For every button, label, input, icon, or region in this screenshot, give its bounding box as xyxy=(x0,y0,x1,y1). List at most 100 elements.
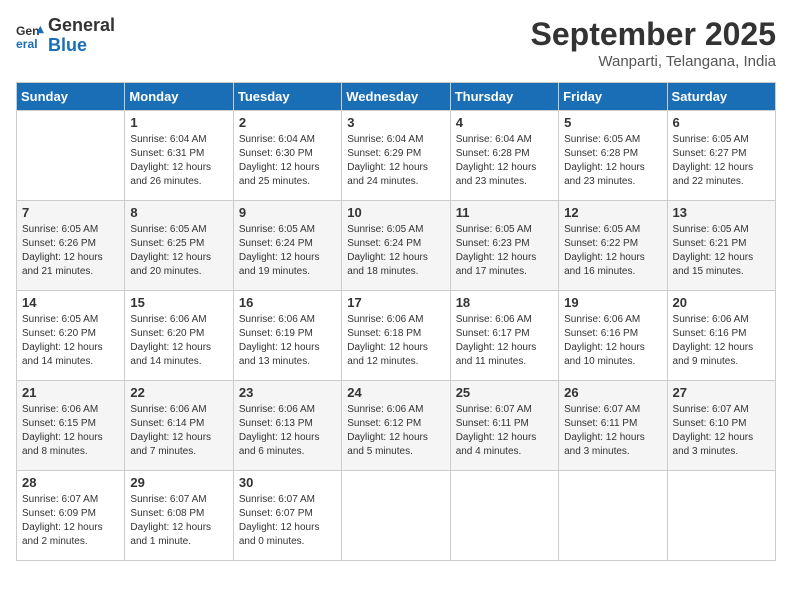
day-info: Sunrise: 6:07 AM Sunset: 6:09 PM Dayligh… xyxy=(22,493,119,549)
day-info: Sunrise: 6:06 AM Sunset: 6:19 PM Dayligh… xyxy=(239,313,336,369)
day-info: Sunrise: 6:06 AM Sunset: 6:14 PM Dayligh… xyxy=(130,403,227,459)
calendar-cell: 2 Sunrise: 6:04 AM Sunset: 6:30 PM Daylig… xyxy=(233,111,341,201)
header-row: SundayMondayTuesdayWednesdayThursdayFrid… xyxy=(17,83,776,111)
calendar-cell xyxy=(450,471,558,561)
day-number: 27 xyxy=(673,385,770,400)
calendar-cell: 20 Sunrise: 6:06 AM Sunset: 6:16 PM Dayli… xyxy=(667,291,775,381)
calendar-cell: 30Sunrise: 6:07 AM Sunset: 6:07 PM Dayli… xyxy=(233,471,341,561)
day-info: Sunrise: 6:04 AM Sunset: 6:31 PM Dayligh… xyxy=(130,133,227,189)
calendar-cell: 22Sunrise: 6:06 AM Sunset: 6:14 PM Dayli… xyxy=(125,381,233,471)
day-info: Sunrise: 6:06 AM Sunset: 6:16 PM Dayligh… xyxy=(673,313,770,369)
calendar-cell xyxy=(559,471,667,561)
day-number: 30 xyxy=(239,475,336,490)
day-number: 10 xyxy=(347,205,444,220)
day-info: Sunrise: 6:04 AM Sunset: 6:28 PM Dayligh… xyxy=(456,133,553,189)
day-number: 20 xyxy=(673,295,770,310)
week-row-3: 14Sunrise: 6:05 AM Sunset: 6:20 PM Dayli… xyxy=(17,291,776,381)
day-number: 19 xyxy=(564,295,661,310)
day-info: Sunrise: 6:07 AM Sunset: 6:11 PM Dayligh… xyxy=(564,403,661,459)
day-info: Sunrise: 6:05 AM Sunset: 6:28 PM Dayligh… xyxy=(564,133,661,189)
column-header-tuesday: Tuesday xyxy=(233,83,341,111)
column-header-wednesday: Wednesday xyxy=(342,83,450,111)
location-subtitle: Wanparti, Telangana, India xyxy=(531,53,776,70)
day-number: 15 xyxy=(130,295,227,310)
day-info: Sunrise: 6:06 AM Sunset: 6:18 PM Dayligh… xyxy=(347,313,444,369)
calendar-cell: 29Sunrise: 6:07 AM Sunset: 6:08 PM Dayli… xyxy=(125,471,233,561)
day-number: 24 xyxy=(347,385,444,400)
week-row-4: 21Sunrise: 6:06 AM Sunset: 6:15 PM Dayli… xyxy=(17,381,776,471)
column-header-friday: Friday xyxy=(559,83,667,111)
day-info: Sunrise: 6:04 AM Sunset: 6:30 PM Dayligh… xyxy=(239,133,336,189)
day-info: Sunrise: 6:05 AM Sunset: 6:27 PM Dayligh… xyxy=(673,133,770,189)
day-info: Sunrise: 6:07 AM Sunset: 6:11 PM Dayligh… xyxy=(456,403,553,459)
calendar-cell: 5 Sunrise: 6:05 AM Sunset: 6:28 PM Daylig… xyxy=(559,111,667,201)
day-number: 4 xyxy=(456,115,553,130)
day-number: 28 xyxy=(22,475,119,490)
day-info: Sunrise: 6:05 AM Sunset: 6:22 PM Dayligh… xyxy=(564,223,661,279)
calendar-cell: 21Sunrise: 6:06 AM Sunset: 6:15 PM Dayli… xyxy=(17,381,125,471)
calendar-cell: 14Sunrise: 6:05 AM Sunset: 6:20 PM Dayli… xyxy=(17,291,125,381)
calendar-cell: 19 Sunrise: 6:06 AM Sunset: 6:16 PM Dayli… xyxy=(559,291,667,381)
calendar-cell: 26 Sunrise: 6:07 AM Sunset: 6:11 PM Dayli… xyxy=(559,381,667,471)
page-header: Gen eral General Blue September 2025 Wan… xyxy=(16,16,776,70)
day-info: Sunrise: 6:05 AM Sunset: 6:23 PM Dayligh… xyxy=(456,223,553,279)
calendar-cell: 4 Sunrise: 6:04 AM Sunset: 6:28 PM Daylig… xyxy=(450,111,558,201)
week-row-1: 1 Sunrise: 6:04 AM Sunset: 6:31 PM Daylig… xyxy=(17,111,776,201)
column-header-monday: Monday xyxy=(125,83,233,111)
day-number: 18 xyxy=(456,295,553,310)
day-info: Sunrise: 6:05 AM Sunset: 6:25 PM Dayligh… xyxy=(130,223,227,279)
calendar-cell: 9 Sunrise: 6:05 AM Sunset: 6:24 PM Daylig… xyxy=(233,201,341,291)
calendar-cell: 23Sunrise: 6:06 AM Sunset: 6:13 PM Dayli… xyxy=(233,381,341,471)
calendar-cell: 3Sunrise: 6:04 AM Sunset: 6:29 PM Daylig… xyxy=(342,111,450,201)
calendar-table: SundayMondayTuesdayWednesdayThursdayFrid… xyxy=(16,82,776,561)
day-number: 2 xyxy=(239,115,336,130)
column-header-sunday: Sunday xyxy=(17,83,125,111)
calendar-cell: 15 Sunrise: 6:06 AM Sunset: 6:20 PM Dayli… xyxy=(125,291,233,381)
calendar-cell: 8Sunrise: 6:05 AM Sunset: 6:25 PM Daylig… xyxy=(125,201,233,291)
day-number: 17 xyxy=(347,295,444,310)
week-row-2: 7Sunrise: 6:05 AM Sunset: 6:26 PM Daylig… xyxy=(17,201,776,291)
day-info: Sunrise: 6:05 AM Sunset: 6:24 PM Dayligh… xyxy=(347,223,444,279)
svg-text:eral: eral xyxy=(16,37,38,50)
calendar-cell: 13Sunrise: 6:05 AM Sunset: 6:21 PM Dayli… xyxy=(667,201,775,291)
calendar-cell: 16 Sunrise: 6:06 AM Sunset: 6:19 PM Dayli… xyxy=(233,291,341,381)
week-row-5: 28 Sunrise: 6:07 AM Sunset: 6:09 PM Dayli… xyxy=(17,471,776,561)
day-number: 26 xyxy=(564,385,661,400)
day-number: 11 xyxy=(456,205,553,220)
calendar-cell xyxy=(17,111,125,201)
calendar-cell: 18 Sunrise: 6:06 AM Sunset: 6:17 PM Dayli… xyxy=(450,291,558,381)
calendar-cell: 24 Sunrise: 6:06 AM Sunset: 6:12 PM Dayli… xyxy=(342,381,450,471)
day-info: Sunrise: 6:05 AM Sunset: 6:21 PM Dayligh… xyxy=(673,223,770,279)
calendar-cell xyxy=(667,471,775,561)
calendar-cell: 28 Sunrise: 6:07 AM Sunset: 6:09 PM Dayli… xyxy=(17,471,125,561)
logo-icon: Gen eral xyxy=(16,22,44,50)
day-info: Sunrise: 6:04 AM Sunset: 6:29 PM Dayligh… xyxy=(347,133,444,189)
day-number: 14 xyxy=(22,295,119,310)
day-number: 25 xyxy=(456,385,553,400)
calendar-cell: 17 Sunrise: 6:06 AM Sunset: 6:18 PM Dayli… xyxy=(342,291,450,381)
calendar-cell: 27 Sunrise: 6:07 AM Sunset: 6:10 PM Dayli… xyxy=(667,381,775,471)
day-number: 9 xyxy=(239,205,336,220)
day-info: Sunrise: 6:07 AM Sunset: 6:08 PM Dayligh… xyxy=(130,493,227,549)
day-number: 16 xyxy=(239,295,336,310)
column-header-saturday: Saturday xyxy=(667,83,775,111)
logo: Gen eral General Blue xyxy=(16,16,115,56)
day-info: Sunrise: 6:06 AM Sunset: 6:20 PM Dayligh… xyxy=(130,313,227,369)
day-info: Sunrise: 6:07 AM Sunset: 6:10 PM Dayligh… xyxy=(673,403,770,459)
day-info: Sunrise: 6:06 AM Sunset: 6:16 PM Dayligh… xyxy=(564,313,661,369)
calendar-cell xyxy=(342,471,450,561)
svg-text:Gen: Gen xyxy=(16,24,40,38)
calendar-cell: 7Sunrise: 6:05 AM Sunset: 6:26 PM Daylig… xyxy=(17,201,125,291)
day-number: 23 xyxy=(239,385,336,400)
title-block: September 2025 Wanparti, Telangana, Indi… xyxy=(531,16,776,70)
day-info: Sunrise: 6:05 AM Sunset: 6:26 PM Dayligh… xyxy=(22,223,119,279)
day-info: Sunrise: 6:06 AM Sunset: 6:12 PM Dayligh… xyxy=(347,403,444,459)
day-info: Sunrise: 6:05 AM Sunset: 6:24 PM Dayligh… xyxy=(239,223,336,279)
column-header-thursday: Thursday xyxy=(450,83,558,111)
day-number: 1 xyxy=(130,115,227,130)
day-number: 5 xyxy=(564,115,661,130)
calendar-cell: 6 Sunrise: 6:05 AM Sunset: 6:27 PM Daylig… xyxy=(667,111,775,201)
day-info: Sunrise: 6:06 AM Sunset: 6:17 PM Dayligh… xyxy=(456,313,553,369)
day-number: 6 xyxy=(673,115,770,130)
calendar-cell: 11 Sunrise: 6:05 AM Sunset: 6:23 PM Dayli… xyxy=(450,201,558,291)
